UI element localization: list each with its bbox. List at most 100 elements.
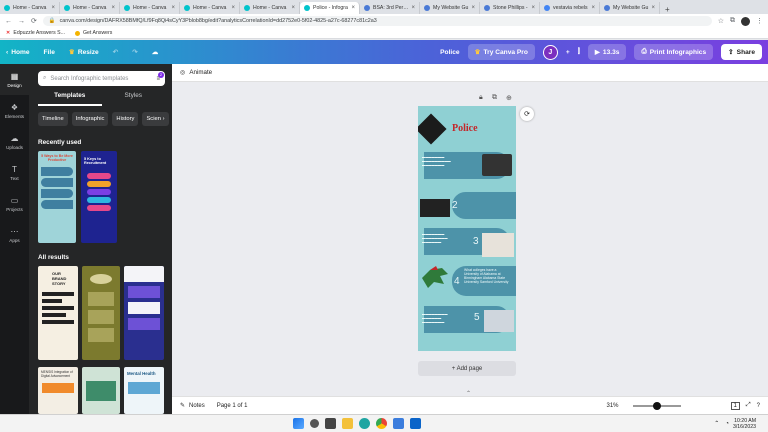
template-thumb[interactable]: 5 Keys to Recruitment xyxy=(81,151,117,243)
template-thumb[interactable] xyxy=(82,266,120,360)
browser-tab[interactable]: vestavia rebels × xyxy=(540,2,600,14)
close-tab-icon[interactable]: × xyxy=(111,5,115,11)
browser-tab[interactable]: Home - Canva × xyxy=(0,2,60,14)
edge-icon[interactable] xyxy=(359,418,371,429)
close-tab-icon[interactable]: × xyxy=(531,5,535,11)
browser-tab-label: Home - Canva xyxy=(193,5,227,11)
zoom-slider-knob[interactable] xyxy=(652,401,661,410)
menu-icon[interactable]: ⋮ xyxy=(756,17,763,25)
reload-icon[interactable]: ⟳ xyxy=(31,17,37,25)
file-explorer-icon[interactable] xyxy=(342,418,354,429)
close-tab-icon[interactable]: × xyxy=(471,5,475,11)
file-menu-button[interactable]: File xyxy=(44,49,55,56)
browser-tab[interactable]: My Website Gu × xyxy=(600,2,660,14)
refresh-design-icon[interactable]: ⟳ xyxy=(520,107,534,121)
fullscreen-icon[interactable]: ⤢ xyxy=(746,402,751,409)
page-count-icon[interactable]: 1 xyxy=(730,401,740,410)
search-icon[interactable] xyxy=(310,419,320,428)
chip-science[interactable]: Scien › xyxy=(142,112,169,126)
help-icon[interactable]: ? xyxy=(757,403,760,409)
browser-tab-label: My Website Gu xyxy=(613,5,649,11)
rail-item-elements[interactable]: ❖ Elements xyxy=(0,95,29,126)
bookmark-get-answers[interactable]: Get Answers xyxy=(74,30,112,36)
rail-item-text[interactable]: T Text xyxy=(0,157,29,188)
lock-page-icon[interactable]: 🔒︎ xyxy=(479,94,483,102)
close-tab-icon[interactable]: × xyxy=(51,5,55,11)
mail-icon[interactable] xyxy=(410,418,422,429)
profile-avatar[interactable] xyxy=(741,16,750,26)
share-button[interactable]: ⇪ Share xyxy=(721,44,762,60)
star-icon[interactable]: ☆ xyxy=(718,17,724,25)
browser-tab[interactable]: Home - Canva × xyxy=(180,2,240,14)
rail-item-label: Design xyxy=(7,82,22,88)
cloud-save-button[interactable]: ☁ xyxy=(152,48,159,56)
add-collaborator-icon[interactable]: + xyxy=(566,49,570,56)
browser-tab[interactable]: Police - Infogra × xyxy=(300,2,360,14)
notes-button[interactable]: Notes xyxy=(189,403,205,409)
chip-history[interactable]: History xyxy=(112,112,139,126)
close-tab-icon[interactable]: × xyxy=(411,5,415,11)
home-button[interactable]: ‹ Home xyxy=(6,49,30,56)
clock-date[interactable]: 3/16/2023 xyxy=(733,424,756,430)
zoom-slider[interactable] xyxy=(632,401,681,410)
rail-item-uploads[interactable]: ☁ Uploads xyxy=(0,126,29,157)
try-canva-pro-button[interactable]: ♛ Try Canva Pro xyxy=(467,44,535,60)
url-field[interactable]: 🔒 canva.com/design/DAFRX58BMfQ/Lf9Fq8Qi4… xyxy=(42,16,712,26)
close-tab-icon[interactable]: × xyxy=(291,5,295,11)
template-thumb[interactable]: Mental Health xyxy=(124,367,164,414)
rail-item-apps[interactable]: ⋯ Apps xyxy=(0,219,29,250)
chip-timeline[interactable]: Timeline xyxy=(38,112,68,126)
task-view-icon[interactable] xyxy=(325,418,337,429)
document-title[interactable]: Police xyxy=(440,49,459,56)
browser-tab[interactable]: My Website Gu × xyxy=(420,2,480,14)
template-thumb[interactable]: MENSIS Integration of Digital Advancemen… xyxy=(38,367,78,414)
rail-item-label: Projects xyxy=(6,206,23,212)
back-icon[interactable]: ← xyxy=(5,18,12,25)
store-icon[interactable] xyxy=(393,418,405,429)
tray-chevron-icon[interactable]: ⌃ xyxy=(714,420,719,427)
chip-infographic[interactable]: Infographic xyxy=(71,112,109,126)
browser-tab[interactable]: Home - Canva × xyxy=(120,2,180,14)
extensions-icon[interactable]: ⧉ xyxy=(730,17,735,25)
redo-button[interactable]: ↷ xyxy=(132,48,138,56)
user-avatar[interactable]: J xyxy=(542,44,558,60)
template-thumb[interactable] xyxy=(82,367,120,414)
template-thumb[interactable] xyxy=(124,266,164,360)
wifi-icon[interactable]: ◔ xyxy=(725,421,729,427)
browser-tab[interactable]: BSA: 3rd Period × xyxy=(360,2,420,14)
infographic-page[interactable]: Police ▬▬▬▬▬▬▬ ▬▬▬▬▬▬▬▬▬ ▬▬▬▬▬▬▬ 2 3 ▬▬▬▬▬… xyxy=(418,106,516,351)
close-tab-icon[interactable]: × xyxy=(171,5,175,11)
browser-tab[interactable]: Stone Phillips - × xyxy=(480,2,540,14)
thumb-title: MENSIS Integration of Digital Advancemen… xyxy=(41,370,73,378)
browser-tab[interactable]: Home - Canva × xyxy=(60,2,120,14)
resize-button[interactable]: ♛ Resize xyxy=(69,48,99,57)
analytics-icon[interactable]: ⫿ xyxy=(578,48,580,56)
forward-icon[interactable]: → xyxy=(18,18,25,25)
windows-start-icon[interactable] xyxy=(293,418,305,429)
present-timer-button[interactable]: ▶ 13.3s xyxy=(587,44,627,60)
tab-styles[interactable]: Styles xyxy=(102,92,166,106)
undo-button[interactable]: ↶ xyxy=(113,48,119,56)
search-input[interactable]: ⌕ Search Infographic templates ≡ 2 xyxy=(38,71,165,86)
chrome-icon[interactable] xyxy=(376,418,388,429)
browser-tab[interactable]: Home - Canva × xyxy=(240,2,300,14)
template-thumb[interactable]: 5 Ways to Be More Productive xyxy=(38,151,76,243)
print-infographics-button[interactable]: ⎙ Print Infographics xyxy=(634,44,714,60)
segment-5-photo xyxy=(484,310,514,332)
rail-item-design[interactable]: ▦ Design xyxy=(0,64,29,95)
duplicate-page-icon[interactable]: ⧉ xyxy=(492,94,497,102)
add-page-button[interactable]: + Add page xyxy=(418,361,516,376)
print-icon: ⎙ xyxy=(641,48,647,55)
template-thumb[interactable]: OUR BRAND STORY xyxy=(38,266,78,360)
close-tab-icon[interactable]: × xyxy=(591,5,595,11)
close-tab-icon[interactable]: × xyxy=(231,5,235,11)
add-page-icon[interactable]: ⊕ xyxy=(506,94,512,102)
bookmark-edpuzzle[interactable]: ✕ Edpuzzle Answers S... xyxy=(6,30,65,36)
rail-item-projects[interactable]: ▭ Projects xyxy=(0,188,29,219)
close-tab-icon[interactable]: × xyxy=(651,5,655,11)
close-tab-icon[interactable]: × xyxy=(351,5,355,11)
new-tab-icon[interactable]: + xyxy=(660,5,675,14)
filter-icon[interactable]: ≡ 2 xyxy=(156,71,164,82)
animate-button[interactable]: Animate xyxy=(189,69,212,76)
tab-templates[interactable]: Templates xyxy=(38,92,102,106)
